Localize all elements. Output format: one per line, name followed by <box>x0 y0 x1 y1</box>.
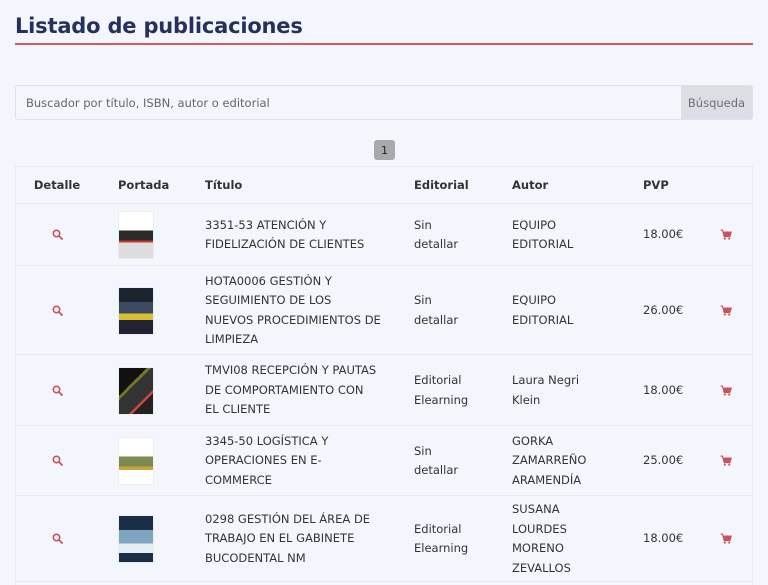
cell-titulo-line: EL CLIENTE <box>205 402 271 417</box>
cart-icon[interactable] <box>720 229 732 240</box>
cell-editorial-line: Sin <box>414 443 432 458</box>
search-icon[interactable] <box>52 455 63 466</box>
cell-titulo: 3345-50 LOGÍSTICA Y OPERACIONES EN E- COMM… <box>205 432 390 491</box>
cell-autor-line: MORENO <box>512 541 564 555</box>
book-cover-image <box>118 366 154 415</box>
cell-autor-line: Klein <box>512 392 541 407</box>
cell-titulo-line: TMVI08 RECEPCIÓN Y PAUTAS <box>205 363 377 378</box>
cell-titulo-line: FIDELIZACIÓN DE CLIENTES <box>205 237 365 251</box>
cell-autor: SUSANA LOURDES MORENO ZEVALLOS <box>512 500 602 578</box>
cell-editorial-line: Sin <box>414 217 432 232</box>
cell-titulo: TMVI08 RECEPCIÓN Y PAUTAS DE COMPORTAMIEN… <box>205 361 390 420</box>
search-icon[interactable] <box>52 384 63 396</box>
search-icon[interactable] <box>52 304 63 316</box>
cell-autor-line: ARAMENDÍA <box>512 472 582 487</box>
table-body: 3351-53 ATENCIÓN Y FIDELIZACIÓN DE CLIENT… <box>16 204 752 582</box>
cell-titulo-line: BUCODENTAL NM <box>205 550 306 565</box>
page-title: Listado de publicaciones <box>15 14 303 38</box>
table-row: HOTA0006 GESTIÓN Y SEGUIMIENTO DE LOS NUEV… <box>16 266 752 355</box>
cell-autor-line: ZAMARREÑO <box>512 453 587 468</box>
cell-autor-line: EQUIPO <box>512 217 557 232</box>
cell-titulo-line: DE COMPORTAMIENTO CON <box>205 382 364 397</box>
cell-editorial-line: detallar <box>414 463 459 477</box>
cell-editorial-line: Editorial <box>414 373 462 387</box>
cell-autor: EQUIPO EDITORIAL <box>512 291 602 330</box>
table-row: 3351-53 ATENCIÓN Y FIDELIZACIÓN DE CLIENT… <box>16 204 752 266</box>
cell-autor-line: EQUIPO <box>512 293 557 307</box>
cell-autor: EQUIPO EDITORIAL <box>512 216 602 255</box>
cart-icon[interactable] <box>720 385 732 396</box>
cell-autor-line: ZEVALLOS <box>512 560 571 575</box>
search-button[interactable]: Búsqueda <box>681 86 752 119</box>
search-icon[interactable] <box>52 229 63 240</box>
cell-autor-line: GORKA <box>512 433 554 448</box>
cell-titulo: HOTA0006 GESTIÓN Y SEGUIMIENTO DE LOS NUEV… <box>205 272 390 350</box>
cell-editorial-line: Sin <box>414 293 432 307</box>
title-underline <box>15 43 753 45</box>
cell-titulo-line: TRABAJO EN EL GABINETE <box>205 531 355 546</box>
search-bar: Búsqueda <box>15 85 753 120</box>
header-autor: Autor <box>512 178 549 192</box>
cell-editorial-line: detallar <box>414 237 459 251</box>
cell-titulo-line: 3351-53 ATENCIÓN Y <box>205 217 327 232</box>
book-cover-image <box>118 211 154 259</box>
table-header: Detalle Portada Título Editorial Autor P… <box>16 167 752 204</box>
pagination-page-1[interactable]: 1 <box>374 140 395 160</box>
cell-pvp: 26.00€ <box>643 302 684 317</box>
cell-titulo-line: HOTA0006 GESTIÓN Y <box>205 273 332 288</box>
cell-autor-line: EDITORIAL <box>512 237 574 251</box>
cell-editorial: Sin detallar <box>414 442 489 481</box>
cell-autor: Laura Negri Klein <box>512 371 602 410</box>
cell-editorial-line: detallar <box>414 312 459 327</box>
cell-titulo-line: LIMPIEZA <box>205 332 259 346</box>
cell-editorial: Sin detallar <box>414 216 489 255</box>
header-editorial: Editorial <box>414 178 469 192</box>
table-row: 0298 GESTIÓN DEL ÁREA DE TRABAJO EN EL GA… <box>16 496 752 582</box>
search-input[interactable] <box>16 86 681 119</box>
cell-editorial-line: Editorial <box>414 521 462 536</box>
cell-editorial-line: Elearning <box>414 541 469 555</box>
cell-autor: GORKA ZAMARREÑO ARAMENDÍA <box>512 432 602 491</box>
cell-titulo: 0298 GESTIÓN DEL ÁREA DE TRABAJO EN EL GA… <box>205 510 390 569</box>
cell-autor-line: EDITORIAL <box>512 312 574 327</box>
cell-pvp: 25.00€ <box>643 453 684 468</box>
cell-titulo-line: SEGUIMIENTO DE LOS <box>205 293 332 307</box>
cell-editorial: Editorial Elearning <box>414 520 489 559</box>
cell-autor-line: LOURDES <box>512 521 567 536</box>
cart-icon[interactable] <box>720 455 732 466</box>
cell-titulo-line: OPERACIONES EN E- <box>205 453 322 468</box>
cell-titulo-line: COMMERCE <box>205 472 272 487</box>
table-row: TMVI08 RECEPCIÓN Y PAUTAS DE COMPORTAMIEN… <box>16 355 752 426</box>
book-cover-image <box>118 515 154 563</box>
book-cover-image <box>118 437 154 485</box>
cell-titulo-line: 0298 GESTIÓN DEL ÁREA DE <box>205 511 371 526</box>
table-row: 3345-50 LOGÍSTICA Y OPERACIONES EN E- COMM… <box>16 426 752 496</box>
cell-pvp: 18.00€ <box>643 227 684 242</box>
cell-titulo: 3351-53 ATENCIÓN Y FIDELIZACIÓN DE CLIENT… <box>205 216 390 255</box>
header-portada: Portada <box>118 178 170 192</box>
cart-icon[interactable] <box>720 305 732 316</box>
cell-titulo-line: NUEVOS PROCEDIMIENTOS DE <box>205 312 381 327</box>
book-cover-image <box>118 286 154 335</box>
publications-table: Detalle Portada Título Editorial Autor P… <box>15 166 753 585</box>
header-detalle: Detalle <box>33 178 81 192</box>
search-icon[interactable] <box>52 533 63 544</box>
cell-editorial: Sin detallar <box>414 291 489 330</box>
cart-icon[interactable] <box>720 533 732 544</box>
cell-autor-line: Laura Negri <box>512 373 580 387</box>
cell-titulo-line: 3345-50 LOGÍSTICA Y <box>205 433 329 448</box>
cell-autor-line: SUSANA <box>512 502 560 516</box>
cell-pvp: 18.00€ <box>643 531 684 546</box>
cell-editorial: Editorial Elearning <box>414 371 489 410</box>
header-pvp: PVP <box>643 178 669 192</box>
header-titulo: Título <box>205 178 243 192</box>
cell-editorial-line: Elearning <box>414 392 469 407</box>
cell-pvp: 18.00€ <box>643 382 684 397</box>
